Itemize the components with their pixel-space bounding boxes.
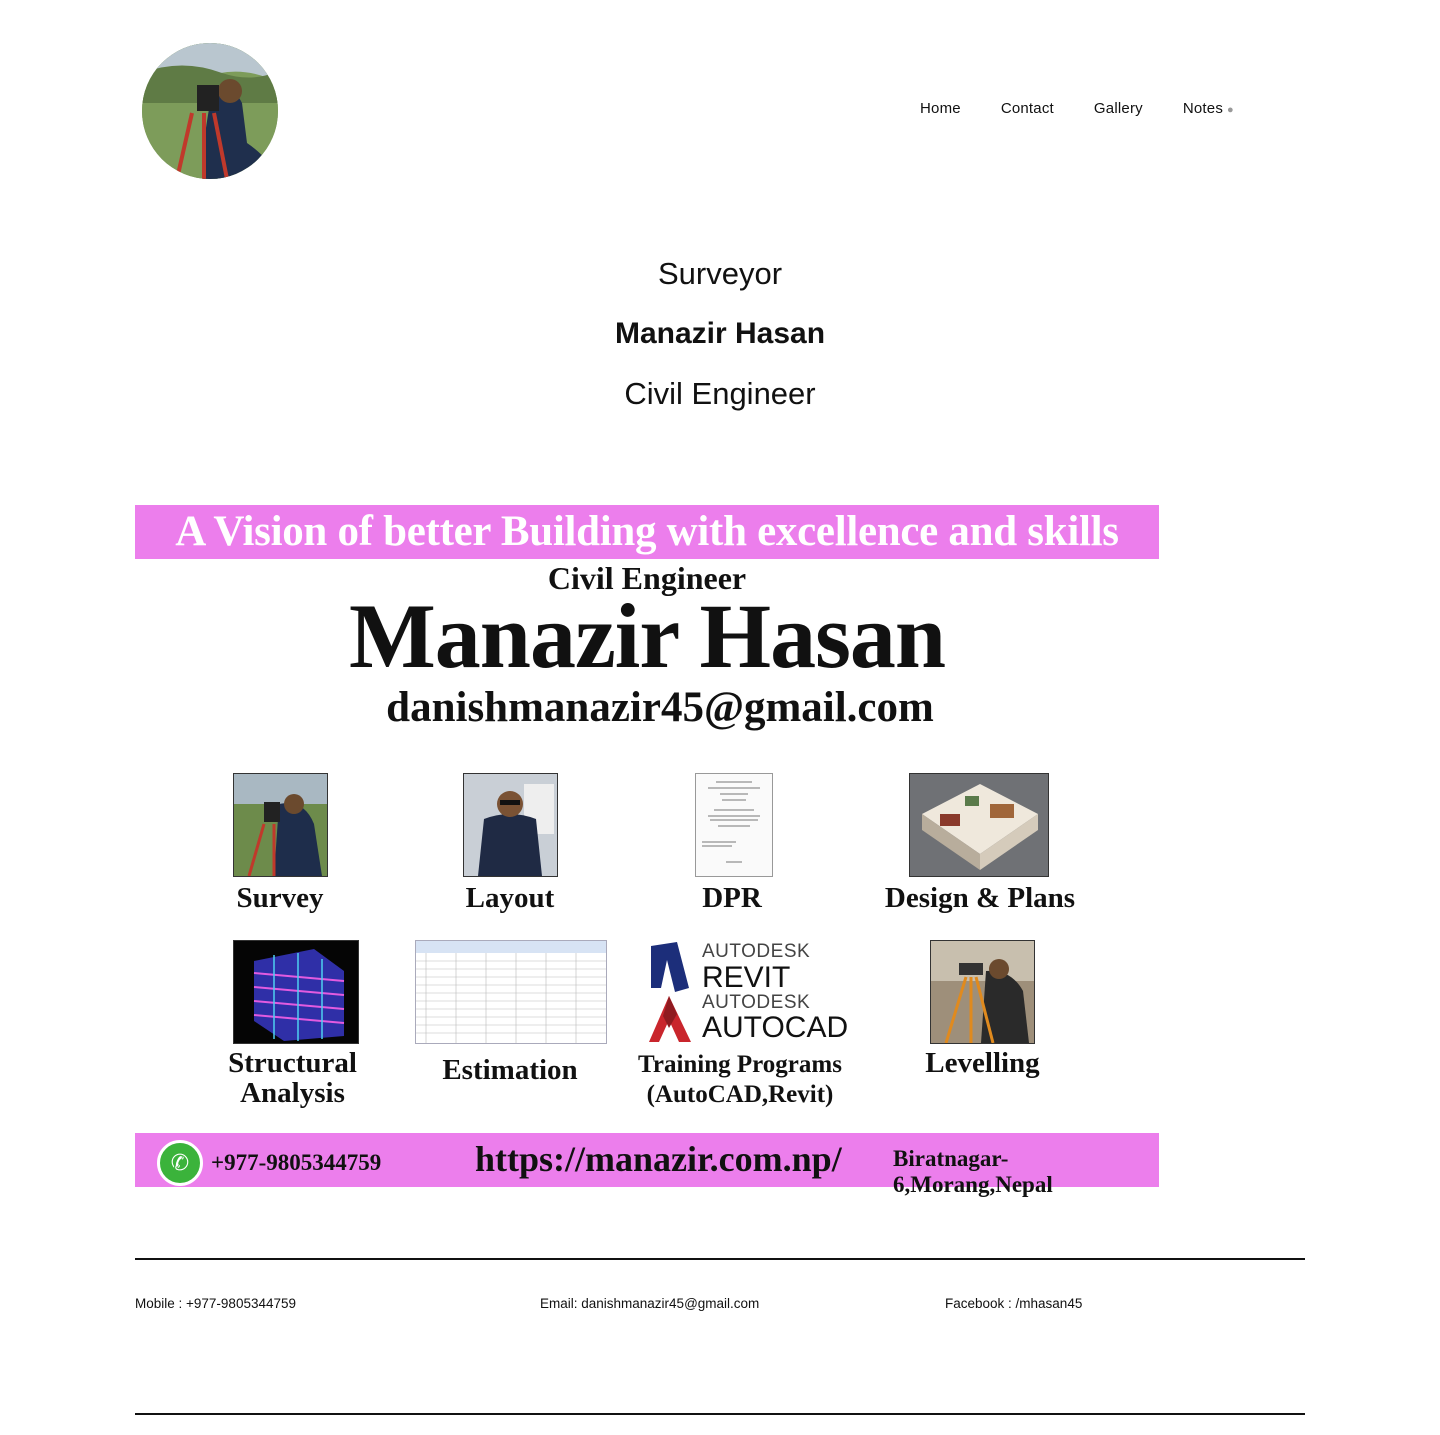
nav-contact[interactable]: Contact: [1001, 100, 1054, 117]
caption-estimation: Estimation: [442, 1054, 578, 1086]
revit-label: REVIT: [702, 961, 791, 994]
hero-line-name: Manazir Hasan: [614, 317, 826, 350]
survey-image: [233, 773, 328, 877]
caption-dpr: DPR: [702, 882, 762, 914]
caption-survey: Survey: [236, 882, 324, 914]
poster-top-banner: A Vision of better Building with excelle…: [135, 505, 1159, 559]
whatsapp-icon: ✆: [157, 1140, 203, 1186]
hero-line-surveyor: Surveyor: [657, 256, 783, 291]
footer-divider-top: [135, 1258, 1305, 1260]
footer-email[interactable]: Email: danishmanazir45@gmail.com: [540, 1296, 759, 1311]
autodesk-label-1: AUTODESK: [702, 941, 811, 962]
poster-banner-text: A Vision of better Building with excelle…: [175, 508, 1119, 555]
footer-mobile: Mobile : +977-9805344759: [135, 1296, 297, 1311]
poster-email: danishmanazir45@gmail.com: [386, 684, 934, 731]
dropdown-dot-icon: ●: [1227, 104, 1234, 116]
layout-image: [463, 773, 558, 877]
nav-gallery[interactable]: Gallery: [1094, 100, 1143, 117]
nav-home[interactable]: Home: [920, 100, 961, 117]
hero: Surveyor Manazir Hasan Civil Engineer: [0, 250, 1440, 430]
poster-url: https://manazir.com.np/: [475, 1139, 842, 1179]
poster-address: Biratnagar-6,Morang,Nepal: [893, 1146, 1053, 1197]
dpr-image: [695, 773, 773, 877]
poster-name: Manazir Hasan: [348, 585, 946, 687]
autodesk-logos-icon: [649, 942, 691, 1042]
design-plans-image: [909, 773, 1049, 877]
caption-layout: Layout: [465, 882, 555, 914]
caption-levelling: Levelling: [925, 1047, 1040, 1079]
caption-structural-analysis: Structural Analysis: [228, 1047, 357, 1109]
promo-poster: A Vision of better Building with excelle…: [135, 505, 1159, 1197]
profile-avatar[interactable]: [142, 43, 278, 179]
main-nav: Home Contact Gallery Notes ●: [920, 100, 1300, 117]
autocad-label: AUTOCAD: [702, 1011, 849, 1044]
levelling-image: [930, 940, 1035, 1044]
nav-notes[interactable]: Notes ●: [1183, 100, 1234, 117]
footer-divider-bottom: [135, 1413, 1305, 1415]
poster-phone: ✆ +977-9805344759: [157, 1140, 381, 1186]
hero-line-civil: Civil Engineer: [624, 376, 816, 411]
footer-facebook[interactable]: Facebook : /mhasan45: [945, 1296, 1082, 1311]
caption-design-plans: Design & Plans: [884, 882, 1076, 914]
caption-training-programs: Training Programs (AutoCAD,Revit): [638, 1051, 842, 1108]
structural-analysis-image: [233, 940, 359, 1044]
estimation-image: [415, 940, 607, 1044]
nav-notes-label: Notes: [1182, 100, 1224, 117]
poster-phone-number: +977-9805344759: [211, 1150, 382, 1175]
